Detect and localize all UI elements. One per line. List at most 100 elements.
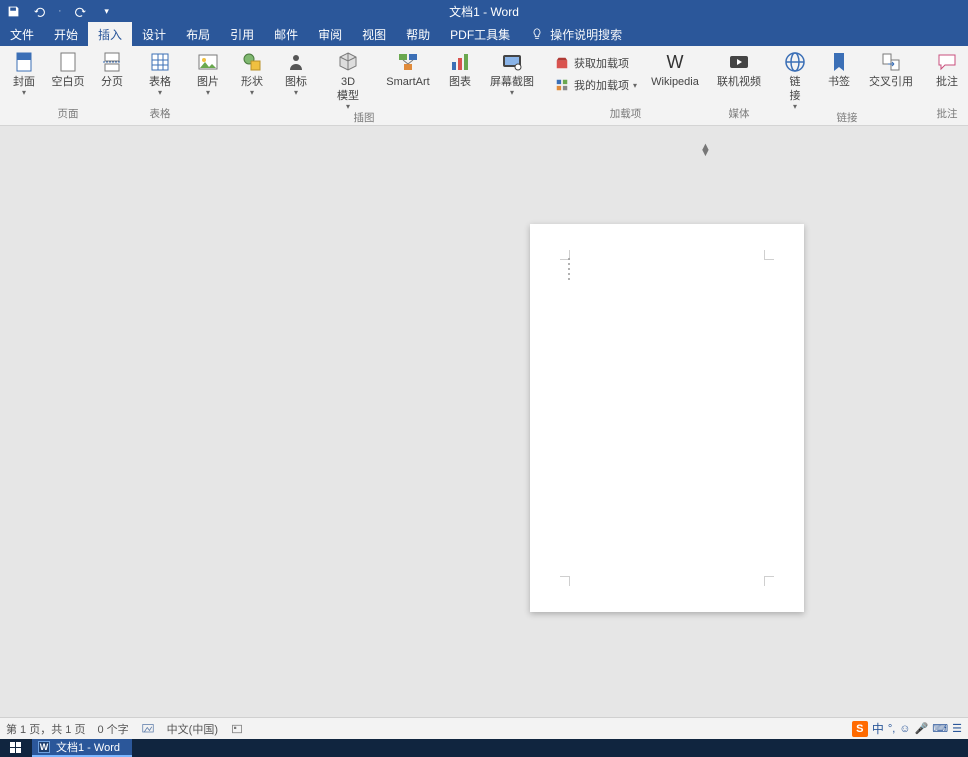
bookmark-button[interactable]: 书签 (821, 50, 857, 88)
svg-text:W: W (667, 52, 684, 72)
tab-文件[interactable]: 文件 (0, 22, 44, 46)
status-proofing-icon[interactable] (141, 722, 155, 736)
ime-punct-icon[interactable]: °, (888, 723, 895, 735)
margin-guide-icon (764, 576, 774, 586)
tab-插入[interactable]: 插入 (88, 22, 132, 46)
group-label: 批注 (929, 106, 965, 123)
getaddins-button[interactable]: 获取加载项 (550, 53, 641, 73)
redo-icon[interactable] (74, 4, 88, 18)
wikipedia-icon: W (663, 50, 687, 74)
cover-label: 封面 (13, 76, 35, 88)
break-label: 分页 (101, 76, 123, 88)
group-页面: 封面▾ 空白页 分页页面 (0, 46, 136, 125)
chart-icon (448, 50, 472, 74)
tell-me[interactable]: 操作说明搜索 (520, 22, 632, 46)
smartart-button[interactable]: SmartArt (382, 50, 434, 88)
video-label: 联机视频 (717, 76, 761, 88)
video-button[interactable]: 联机视频 (713, 50, 765, 88)
tab-开始[interactable]: 开始 (44, 22, 88, 46)
model3d-button[interactable]: 3D模型▾ (322, 50, 374, 110)
status-language[interactable]: 中文(中国) (167, 721, 218, 737)
ribbon: 封面▾ 空白页 分页页面表格▾ 表格图片▾形状▾图标▾3D模型▾ SmartArt 图表 屏… (0, 46, 968, 126)
margin-guide-icon (764, 250, 774, 260)
smartart-label: SmartArt (386, 76, 429, 88)
comment-button[interactable]: 批注 (929, 50, 965, 88)
myaddins-icon (554, 77, 570, 93)
ime-tray: S 中 °, ☺ 🎤 ⌨ ☰ (852, 720, 962, 737)
blank-button[interactable]: 空白页 (50, 50, 86, 88)
screenshot-label: 屏幕截图 (490, 76, 534, 88)
status-word-count[interactable]: 0 个字 (97, 721, 128, 737)
shape-label: 形状 (241, 76, 263, 88)
group-label: 页面 (6, 106, 130, 123)
status-bar: 第 1 页，共 1 页 0 个字 中文(中国) S 中 °, ☺ 🎤 ⌨ ☰ (0, 717, 968, 739)
tab-帮助[interactable]: 帮助 (396, 22, 440, 46)
tab-视图[interactable]: 视图 (352, 22, 396, 46)
margin-guide-icon (560, 576, 570, 586)
myaddins-label: 我的加载项 (574, 77, 629, 93)
blank-label: 空白页 (52, 76, 85, 88)
group-链接: 链接▾书签交叉引用链接 (771, 46, 923, 125)
taskbar-app-title: 文档1 - Word (56, 739, 120, 755)
tab-PDF工具集[interactable]: PDF工具集 (440, 22, 520, 46)
comment-icon (935, 50, 959, 74)
tab-布局[interactable]: 布局 (176, 22, 220, 46)
screenshot-icon (500, 50, 524, 74)
xref-label: 交叉引用 (869, 76, 913, 88)
chart-button[interactable]: 图表 (442, 50, 478, 88)
status-page[interactable]: 第 1 页，共 1 页 (6, 721, 85, 737)
tab-设计[interactable]: 设计 (132, 22, 176, 46)
table-button[interactable]: 表格▾ (142, 50, 178, 96)
link-button[interactable]: 链接▾ (777, 50, 813, 110)
xref-button[interactable]: 交叉引用 (865, 50, 917, 88)
group-label: 表格 (142, 106, 178, 123)
page-break-icon (100, 50, 124, 74)
cross-ref-icon (879, 50, 903, 74)
taskbar-app-word[interactable]: W 文档1 - Word (32, 739, 132, 757)
cover-button[interactable]: 封面▾ (6, 50, 42, 96)
window-title: 文档1 - Word (449, 3, 519, 20)
bookmark-label: 书签 (828, 76, 850, 88)
wikipedia-button[interactable]: W Wikipedia (649, 50, 701, 88)
word-app-icon: W (38, 741, 50, 753)
save-icon[interactable] (6, 4, 20, 18)
group-label: 媒体 (713, 106, 765, 123)
ime-keyboard-icon[interactable]: ⌨ (932, 722, 948, 735)
sogou-ime-icon[interactable]: S (852, 721, 868, 737)
tab-引用[interactable]: 引用 (220, 22, 264, 46)
tab-审阅[interactable]: 审阅 (308, 22, 352, 46)
bookmark-icon (827, 50, 851, 74)
undo-icon[interactable] (32, 4, 46, 18)
chart-label: 图表 (449, 76, 471, 88)
status-macro-icon[interactable] (230, 722, 244, 736)
pic-button[interactable]: 图片▾ (190, 50, 226, 96)
link-icon (783, 50, 807, 74)
cursor-column-dots (568, 258, 570, 280)
ribbon-tabs: 文件开始插入设计布局引用邮件审阅视图帮助PDF工具集操作说明搜索 (0, 22, 968, 46)
qat-customize-icon[interactable]: ▾ (100, 4, 114, 18)
break-button[interactable]: 分页 (94, 50, 130, 88)
tab-邮件[interactable]: 邮件 (264, 22, 308, 46)
group-label: 加载项 (550, 106, 701, 123)
ime-emoji-icon[interactable]: ☺ (899, 723, 910, 735)
wikipedia-label: Wikipedia (651, 76, 699, 88)
iconlib-button[interactable]: 图标▾ (278, 50, 314, 96)
document-area[interactable]: ▲▼ (0, 126, 968, 717)
cover-page-icon (12, 50, 36, 74)
screenshot-button[interactable]: 屏幕截图▾ (486, 50, 538, 96)
title-bar: · ▾ 文档1 - Word (0, 0, 968, 22)
start-button[interactable] (0, 739, 32, 757)
document-page[interactable] (530, 224, 804, 612)
group-label: 插图 (190, 110, 538, 127)
shape-button[interactable]: 形状▾ (234, 50, 270, 96)
table-icon (148, 50, 172, 74)
ime-mic-icon[interactable]: 🎤 (915, 722, 929, 735)
store-icon (554, 55, 570, 71)
ime-settings-icon[interactable]: ☰ (952, 722, 962, 735)
icons-icon (284, 50, 308, 74)
quick-access-toolbar: · ▾ (0, 4, 114, 18)
picture-icon (196, 50, 220, 74)
ime-lang-indicator[interactable]: 中 (872, 720, 884, 737)
myaddins-button[interactable]: 我的加载项 ▾ (550, 75, 641, 95)
comment-label: 批注 (936, 76, 958, 88)
